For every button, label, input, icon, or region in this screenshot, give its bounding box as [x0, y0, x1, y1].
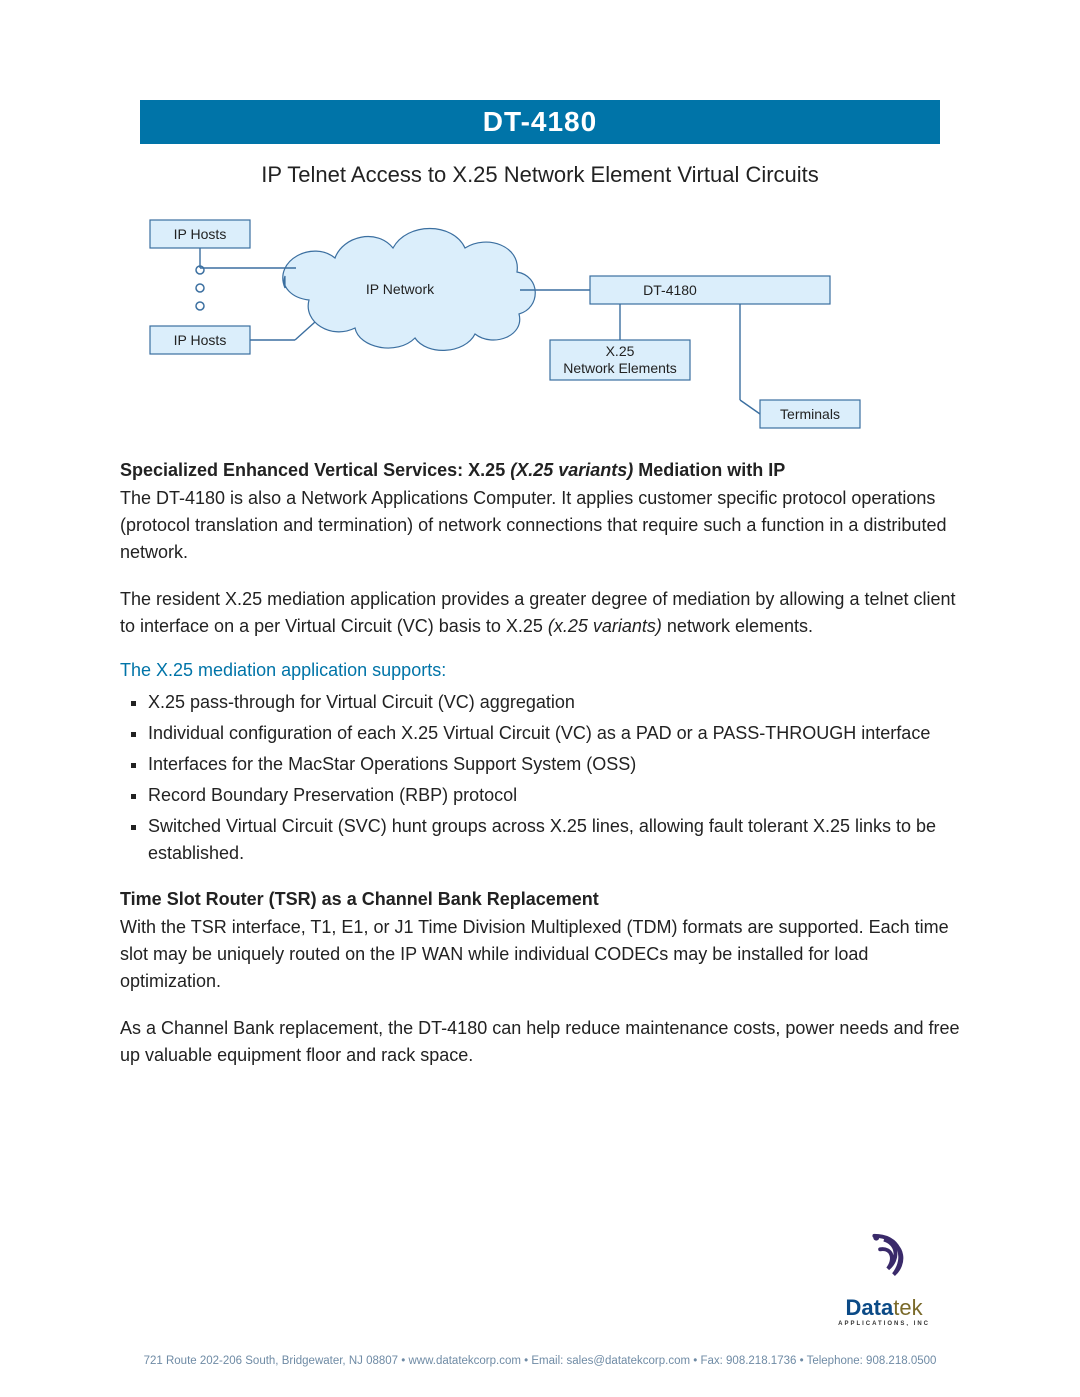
- list-item: Interfaces for the MacStar Operations Su…: [148, 751, 960, 778]
- section1-para2-pre: The resident X.25 mediation application …: [120, 589, 956, 636]
- swirl-icon: [855, 1230, 913, 1288]
- diagram-label-terminals: Terminals: [780, 406, 840, 422]
- logo-text-data: Data: [846, 1295, 894, 1320]
- section1-para1: The DT-4180 is also a Network Applicatio…: [120, 485, 960, 566]
- section1-heading-post: Mediation with IP: [633, 460, 785, 480]
- logo-sub: APPLICATIONS, INC: [838, 1321, 930, 1327]
- mediation-heading: The X.25 mediation application supports:: [120, 660, 960, 681]
- diagram-label-ip-hosts-top: IP Hosts: [174, 226, 227, 242]
- section1-heading-italic: (X.25 variants): [510, 460, 633, 480]
- page-subtitle: IP Telnet Access to X.25 Network Element…: [120, 162, 960, 188]
- logo-text-tek: tek: [893, 1295, 922, 1320]
- section2-para2: As a Channel Bank replacement, the DT-41…: [120, 1015, 960, 1069]
- list-item: Switched Virtual Circuit (SVC) hunt grou…: [148, 813, 960, 867]
- section1-heading-pre: Specialized Enhanced Vertical Services: …: [120, 460, 510, 480]
- section1-para2-italic: (x.25 variants): [548, 616, 662, 636]
- company-logo: Datatek APPLICATIONS, INC: [838, 1230, 930, 1327]
- footer-contact: 721 Route 202-206 South, Bridgewater, NJ…: [0, 1355, 1080, 1367]
- list-item: Record Boundary Preservation (RBP) proto…: [148, 782, 960, 809]
- section2-heading: Time Slot Router (TSR) as a Channel Bank…: [120, 889, 960, 910]
- document-page: DT-4180 IP Telnet Access to X.25 Network…: [0, 0, 1080, 1397]
- section1-para2: The resident X.25 mediation application …: [120, 586, 960, 640]
- list-item: Individual configuration of each X.25 Vi…: [148, 720, 960, 747]
- list-item: X.25 pass-through for Virtual Circuit (V…: [148, 689, 960, 716]
- network-diagram: IP Network IP Hosts IP Hosts DT-4180 X.2…: [120, 210, 960, 440]
- diagram-label-ip-hosts-bottom: IP Hosts: [174, 332, 227, 348]
- section1-para2-post: network elements.: [662, 616, 813, 636]
- diagram-label-x25-l2: Network Elements: [563, 360, 677, 376]
- diagram-label-x25-l1: X.25: [606, 343, 635, 359]
- diagram-label-dt4180: DT-4180: [643, 282, 697, 298]
- diagram-label-ip-network: IP Network: [366, 281, 435, 297]
- section2-para1: With the TSR interface, T1, E1, or J1 Ti…: [120, 914, 960, 995]
- section1-heading: Specialized Enhanced Vertical Services: …: [120, 460, 960, 481]
- mediation-list: X.25 pass-through for Virtual Circuit (V…: [120, 689, 960, 867]
- body-text: Specialized Enhanced Vertical Services: …: [120, 460, 960, 1069]
- title-bar: DT-4180: [140, 100, 940, 144]
